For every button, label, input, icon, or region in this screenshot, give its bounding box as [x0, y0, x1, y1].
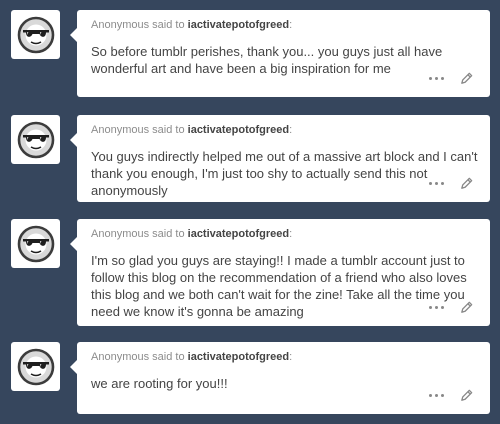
sender-name: Anonymous: [91, 351, 150, 363]
avatar[interactable]: [11, 342, 60, 391]
post-controls: [429, 176, 474, 191]
said-to-text: said to: [152, 228, 185, 240]
sender-name: Anonymous: [91, 19, 150, 31]
blog-name[interactable]: iactivatepotofgreed: [188, 351, 289, 363]
ask-card: Anonymous said to iactivatepotofgreed: Y…: [70, 115, 490, 202]
ask-header: Anonymous said to iactivatepotofgreed:: [91, 351, 292, 363]
ask-card: Anonymous said to iactivatepotofgreed: w…: [70, 342, 490, 414]
post-controls: [429, 71, 474, 86]
blog-name[interactable]: iactivatepotofgreed: [188, 19, 289, 31]
ellipsis-icon[interactable]: [429, 394, 444, 397]
ask-question: I'm so glad you guys are staying!! I mad…: [91, 253, 467, 319]
sender-name: Anonymous: [91, 228, 150, 240]
said-to-text: said to: [152, 19, 185, 31]
ask-question: we are rooting for you!!!: [91, 376, 228, 391]
avatar[interactable]: [11, 115, 60, 164]
anonymous-sunglasses-icon: [16, 347, 56, 387]
ask-card: Anonymous said to iactivatepotofgreed: I…: [70, 219, 490, 326]
header-colon: :: [289, 19, 293, 31]
ask-header: Anonymous said to iactivatepotofgreed:: [91, 124, 292, 136]
anonymous-sunglasses-icon: [16, 15, 56, 55]
header-colon: :: [289, 124, 293, 136]
avatar[interactable]: [11, 10, 60, 59]
ask-question: So before tumblr perishes, thank you... …: [91, 44, 443, 76]
ask-card: Anonymous said to iactivatepotofgreed: S…: [70, 10, 490, 97]
anonymous-sunglasses-icon: [16, 120, 56, 160]
blog-name[interactable]: iactivatepotofgreed: [188, 228, 289, 240]
ellipsis-icon[interactable]: [429, 306, 444, 309]
anonymous-sunglasses-icon: [16, 224, 56, 264]
pencil-icon[interactable]: [459, 71, 474, 86]
ask-header: Anonymous said to iactivatepotofgreed:: [91, 228, 292, 240]
ask-question: You guys indirectly helped me out of a m…: [91, 149, 478, 198]
post-controls: [429, 300, 474, 315]
ask-header: Anonymous said to iactivatepotofgreed:: [91, 19, 292, 31]
pencil-icon[interactable]: [459, 300, 474, 315]
said-to-text: said to: [152, 124, 185, 136]
header-colon: :: [289, 228, 293, 240]
ellipsis-icon[interactable]: [429, 77, 444, 80]
post-controls: [429, 388, 474, 403]
blog-name[interactable]: iactivatepotofgreed: [188, 124, 289, 136]
avatar[interactable]: [11, 219, 60, 268]
sender-name: Anonymous: [91, 124, 150, 136]
pencil-icon[interactable]: [459, 176, 474, 191]
pencil-icon[interactable]: [459, 388, 474, 403]
header-colon: :: [289, 351, 293, 363]
ellipsis-icon[interactable]: [429, 182, 444, 185]
said-to-text: said to: [152, 351, 185, 363]
